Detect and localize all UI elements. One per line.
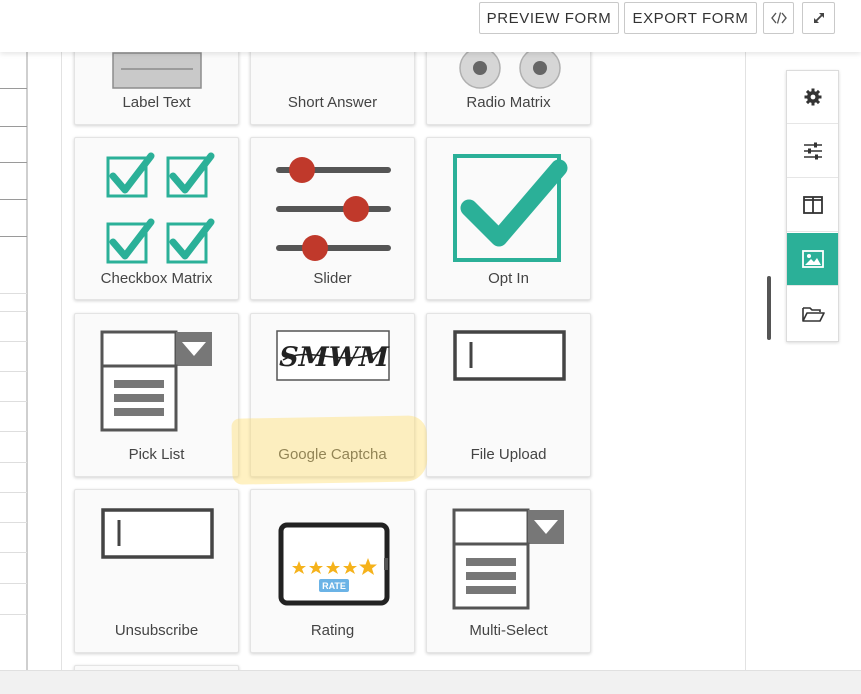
code-view-button[interactable] bbox=[763, 2, 794, 34]
rating-badge: RATE bbox=[322, 581, 346, 591]
export-form-button[interactable]: EXPORT FORM bbox=[624, 2, 757, 34]
field-tile-slider[interactable]: Slider bbox=[250, 137, 415, 300]
field-label: Unsubscribe bbox=[114, 622, 199, 639]
field-label: File Upload bbox=[470, 446, 547, 463]
field-tile-file-upload[interactable]: File Upload bbox=[426, 313, 591, 477]
divider bbox=[0, 431, 27, 432]
scrollbar-thumb[interactable] bbox=[767, 276, 771, 340]
field-label: Multi-Select bbox=[469, 622, 548, 639]
divider bbox=[0, 614, 27, 615]
divider bbox=[0, 311, 27, 312]
field-palette: Label Text Short Answer Radio Matrix Che… bbox=[62, 52, 746, 670]
media-button[interactable] bbox=[787, 233, 838, 286]
divider bbox=[0, 492, 27, 493]
field-label: Checkbox Matrix bbox=[100, 270, 213, 287]
field-tile-unsubscribe[interactable]: Unsubscribe bbox=[74, 489, 239, 653]
divider bbox=[0, 462, 27, 463]
adjust-button[interactable] bbox=[787, 125, 838, 178]
field-tile-short-answer[interactable]: Short Answer bbox=[250, 52, 415, 125]
divider bbox=[0, 236, 27, 237]
field-label: Google Captcha bbox=[278, 446, 387, 463]
files-button[interactable] bbox=[787, 287, 838, 340]
field-label: Pick List bbox=[128, 446, 185, 463]
field-tile-opt-in[interactable]: Opt In bbox=[426, 137, 591, 300]
gear-icon bbox=[804, 88, 821, 106]
expand-icon bbox=[813, 13, 824, 23]
divider bbox=[0, 199, 27, 200]
divider bbox=[0, 126, 27, 127]
field-label: Radio Matrix bbox=[466, 94, 551, 111]
field-tile-multi-select[interactable]: Multi-Select bbox=[426, 489, 591, 653]
form-builder: PREVIEW FORM EXPORT FORM Label Text Shor… bbox=[0, 0, 861, 694]
preview-form-button[interactable]: PREVIEW FORM bbox=[479, 2, 619, 34]
divider bbox=[0, 293, 27, 294]
divider bbox=[0, 88, 27, 89]
side-toolbar bbox=[786, 70, 839, 342]
field-label: Short Answer bbox=[287, 94, 378, 111]
fullscreen-button[interactable] bbox=[802, 2, 835, 34]
divider bbox=[0, 583, 27, 584]
divider bbox=[0, 371, 27, 372]
top-toolbar: PREVIEW FORM EXPORT FORM bbox=[0, 0, 861, 52]
field-label: Slider bbox=[313, 270, 352, 287]
field-label: Opt In bbox=[488, 270, 529, 287]
radio-matrix-icon bbox=[459, 52, 561, 89]
bottom-bar bbox=[0, 670, 861, 694]
field-tile-radio-matrix[interactable]: Radio Matrix bbox=[426, 52, 591, 125]
field-label: Label Text bbox=[122, 94, 191, 111]
field-tile-pick-list[interactable]: Pick List bbox=[74, 313, 239, 477]
field-tile-checkbox-matrix[interactable]: Checkbox Matrix bbox=[74, 137, 239, 300]
panel-gutter bbox=[30, 52, 62, 670]
field-label: Rating bbox=[310, 622, 355, 639]
settings-button[interactable] bbox=[787, 71, 838, 124]
divider bbox=[0, 401, 27, 402]
label-text-icon bbox=[112, 52, 202, 89]
divider bbox=[0, 341, 27, 342]
folder-open-icon bbox=[801, 306, 825, 322]
left-panel bbox=[0, 52, 28, 670]
divider bbox=[0, 162, 27, 163]
code-icon bbox=[770, 12, 787, 24]
layout-button[interactable] bbox=[787, 179, 838, 232]
image-icon bbox=[801, 250, 824, 268]
field-tile-google-captcha[interactable]: SMWM Google Captcha bbox=[250, 313, 415, 477]
field-tile-rating[interactable]: RATE Rating bbox=[250, 489, 415, 653]
sliders-icon bbox=[803, 142, 822, 160]
divider bbox=[0, 522, 27, 523]
field-tile-label-text[interactable]: Label Text bbox=[74, 52, 239, 125]
columns-icon bbox=[802, 196, 823, 214]
divider bbox=[0, 552, 27, 553]
